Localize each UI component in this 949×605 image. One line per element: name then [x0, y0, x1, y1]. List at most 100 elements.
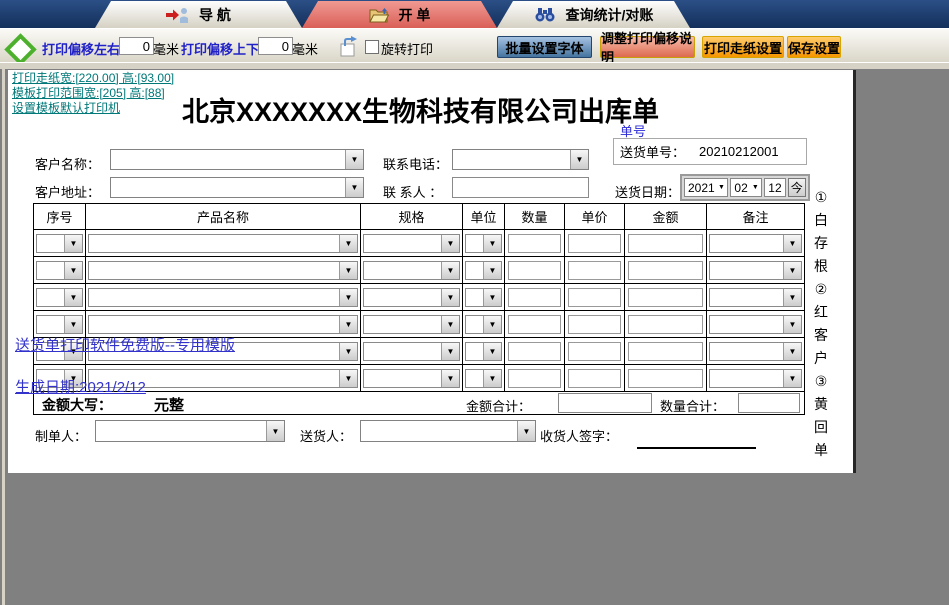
qty-input[interactable]: [508, 260, 561, 280]
generated-date-link[interactable]: 生成日期:2021/2/12: [15, 376, 146, 397]
year-select[interactable]: 2021 ▼: [684, 178, 729, 197]
qty-input[interactable]: [508, 341, 561, 361]
offset-tb-input[interactable]: [258, 37, 293, 55]
dropdown-arrow-icon[interactable]: ▼: [783, 315, 801, 333]
dropdown-arrow-icon[interactable]: ▼: [783, 261, 801, 279]
seq-combobox[interactable]: ▼: [36, 287, 83, 307]
offset-lr-input[interactable]: [119, 37, 154, 55]
seq-combobox[interactable]: ▼: [36, 260, 83, 280]
amount-input[interactable]: [628, 233, 703, 253]
tab-open-order[interactable]: 开 单: [302, 1, 497, 28]
qty-input[interactable]: [508, 287, 561, 307]
amount-input[interactable]: [628, 287, 703, 307]
amount-input[interactable]: [628, 368, 703, 388]
dropdown-arrow-icon[interactable]: ▼: [345, 150, 363, 169]
dropdown-arrow-icon[interactable]: ▼: [64, 261, 82, 279]
dropdown-arrow-icon[interactable]: ▼: [570, 150, 588, 169]
dropdown-arrow-icon[interactable]: ▼: [783, 369, 801, 387]
dropdown-arrow-icon[interactable]: ▼: [441, 261, 459, 279]
price-input[interactable]: [568, 314, 621, 334]
dropdown-arrow-icon[interactable]: ▼: [517, 421, 535, 441]
dropdown-arrow-icon[interactable]: ▼: [749, 184, 761, 191]
product-combobox[interactable]: ▼: [88, 260, 358, 280]
price-input[interactable]: [568, 368, 621, 388]
amount-input[interactable]: [628, 260, 703, 280]
contact-phone-combobox[interactable]: ▼: [452, 149, 589, 170]
price-input[interactable]: [568, 341, 621, 361]
price-input[interactable]: [568, 287, 621, 307]
dropdown-arrow-icon[interactable]: ▼: [783, 288, 801, 306]
seq-combobox[interactable]: ▼: [36, 314, 83, 334]
qty-input[interactable]: [508, 368, 561, 388]
product-combobox[interactable]: ▼: [88, 287, 358, 307]
note-combobox[interactable]: ▼: [709, 368, 802, 388]
dropdown-arrow-icon[interactable]: ▼: [64, 315, 82, 333]
batch-set-font-button[interactable]: 批量设置字体: [497, 36, 592, 58]
unit-combobox[interactable]: ▼: [465, 368, 502, 388]
tab-query-stats[interactable]: 查询统计/对账: [497, 1, 690, 28]
dropdown-arrow-icon[interactable]: ▼: [339, 261, 357, 279]
dropdown-arrow-icon[interactable]: ▼: [483, 261, 501, 279]
dropdown-arrow-icon[interactable]: ▼: [339, 315, 357, 333]
dropdown-arrow-icon[interactable]: ▼: [441, 315, 459, 333]
unit-combobox[interactable]: ▼: [465, 260, 502, 280]
dropdown-arrow-icon[interactable]: ▼: [483, 315, 501, 333]
amount-input[interactable]: [628, 341, 703, 361]
dropdown-arrow-icon[interactable]: ▼: [339, 342, 357, 360]
dropdown-arrow-icon[interactable]: ▼: [266, 421, 284, 441]
dropdown-arrow-icon[interactable]: ▼: [715, 184, 727, 191]
dropdown-arrow-icon[interactable]: ▼: [483, 369, 501, 387]
qty-input[interactable]: [508, 233, 561, 253]
customer-name-combobox[interactable]: ▼: [110, 149, 364, 170]
dropdown-arrow-icon[interactable]: ▼: [339, 288, 357, 306]
spec-combobox[interactable]: ▼: [363, 368, 460, 388]
seq-combobox[interactable]: ▼: [36, 233, 83, 253]
spec-combobox[interactable]: ▼: [363, 260, 460, 280]
dropdown-arrow-icon[interactable]: ▼: [441, 369, 459, 387]
delivery-no-box[interactable]: 送货单号： 20210212001: [613, 138, 807, 165]
dropdown-arrow-icon[interactable]: ▼: [483, 234, 501, 252]
rotate-print-checkbox[interactable]: [365, 40, 379, 54]
deliverer-combobox[interactable]: ▼: [360, 420, 536, 442]
note-combobox[interactable]: ▼: [709, 233, 802, 253]
note-combobox[interactable]: ▼: [709, 287, 802, 307]
note-combobox[interactable]: ▼: [709, 260, 802, 280]
spec-combobox[interactable]: ▼: [363, 314, 460, 334]
today-button[interactable]: 今: [787, 178, 806, 197]
qty-total-input[interactable]: [738, 393, 800, 413]
unit-combobox[interactable]: ▼: [465, 287, 502, 307]
product-combobox[interactable]: ▼: [88, 314, 358, 334]
price-input[interactable]: [568, 260, 621, 280]
dropdown-arrow-icon[interactable]: ▼: [441, 288, 459, 306]
amount-input[interactable]: [628, 314, 703, 334]
note-combobox[interactable]: ▼: [709, 314, 802, 334]
spec-combobox[interactable]: ▼: [363, 287, 460, 307]
note-combobox[interactable]: ▼: [709, 341, 802, 361]
month-select[interactable]: 02 ▼: [730, 178, 763, 197]
maker-combobox[interactable]: ▼: [95, 420, 285, 442]
dropdown-arrow-icon[interactable]: ▼: [64, 288, 82, 306]
dropdown-arrow-icon[interactable]: ▼: [339, 369, 357, 387]
unit-combobox[interactable]: ▼: [465, 233, 502, 253]
paper-feed-settings-button[interactable]: 打印走纸设置: [702, 36, 784, 58]
tab-navigation[interactable]: 导 航: [95, 1, 302, 28]
adjust-offset-help-button[interactable]: 调整打印偏移说明: [600, 31, 695, 65]
price-input[interactable]: [568, 233, 621, 253]
dropdown-arrow-icon[interactable]: ▼: [64, 234, 82, 252]
save-settings-button[interactable]: 保存设置: [787, 36, 841, 58]
dropdown-arrow-icon[interactable]: ▼: [483, 288, 501, 306]
amount-total-input[interactable]: [558, 393, 652, 413]
product-combobox[interactable]: ▼: [88, 233, 358, 253]
unit-combobox[interactable]: ▼: [465, 314, 502, 334]
spec-combobox[interactable]: ▼: [363, 341, 460, 361]
dropdown-arrow-icon[interactable]: ▼: [441, 234, 459, 252]
contact-person-input[interactable]: [452, 177, 589, 198]
customer-address-combobox[interactable]: ▼: [110, 177, 364, 198]
dropdown-arrow-icon[interactable]: ▼: [339, 234, 357, 252]
dropdown-arrow-icon[interactable]: ▼: [441, 342, 459, 360]
dropdown-arrow-icon[interactable]: ▼: [783, 342, 801, 360]
spec-combobox[interactable]: ▼: [363, 233, 460, 253]
software-watermark-link[interactable]: 送货单打印软件免费版--专用模版: [15, 334, 235, 355]
unit-combobox[interactable]: ▼: [465, 341, 502, 361]
dropdown-arrow-icon[interactable]: ▼: [483, 342, 501, 360]
